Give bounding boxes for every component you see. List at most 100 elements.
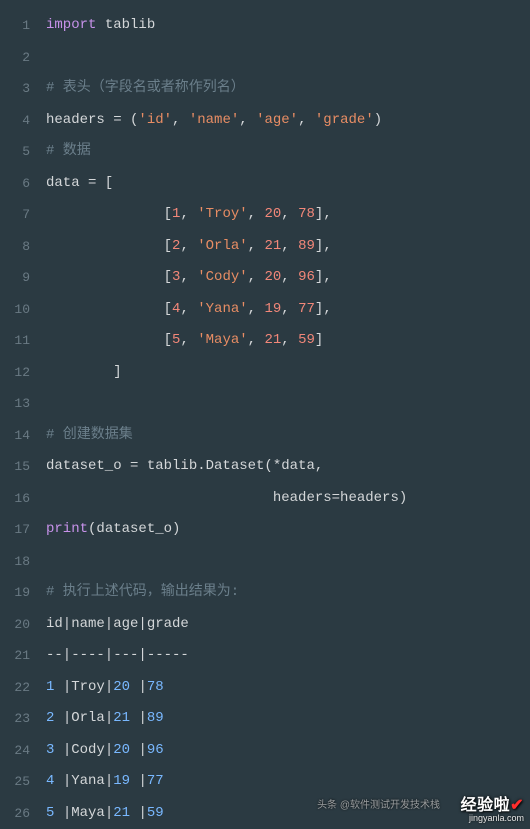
line-number-gutter: 1234567891011121314151617181920212223242… xyxy=(0,0,38,829)
out-id: 1 xyxy=(46,679,63,695)
out-grade: 77 xyxy=(147,773,164,789)
line-number: 1 xyxy=(0,10,38,42)
string: 'Maya' xyxy=(197,332,247,348)
pipe: | xyxy=(138,710,146,726)
code-text: (dataset_o) xyxy=(88,521,180,537)
code-line: 2 |Orla|21 |89 xyxy=(46,703,530,735)
comma: , xyxy=(180,206,197,222)
comma: , xyxy=(248,301,265,317)
out-txt: |Yana| xyxy=(63,773,113,789)
code-text: headers = ( xyxy=(46,112,138,128)
pipe: | xyxy=(138,773,146,789)
indent xyxy=(46,269,164,285)
int: 21 xyxy=(264,332,281,348)
string: 'id' xyxy=(138,112,172,128)
int: 77 xyxy=(298,301,315,317)
code-line: print(dataset_o) xyxy=(46,514,530,546)
code-line xyxy=(46,388,530,420)
code-line: # 数据 xyxy=(46,136,530,168)
int: 78 xyxy=(298,206,315,222)
output-header: id|name|age|grade xyxy=(46,616,189,632)
code-line: [4, 'Yana', 19, 77], xyxy=(46,294,530,326)
line-number: 21 xyxy=(0,640,38,672)
code-editor: 1234567891011121314151617181920212223242… xyxy=(0,0,530,829)
punct: , xyxy=(298,112,315,128)
br: [ xyxy=(164,332,172,348)
int: 20 xyxy=(264,269,281,285)
code-line: # 表头（字段名或者称作列名） xyxy=(46,73,530,105)
int: 89 xyxy=(298,238,315,254)
comment: # 表头（字段名或者称作列名） xyxy=(46,80,245,96)
out-age: 19 xyxy=(113,773,138,789)
punct: , xyxy=(172,112,189,128)
comment: # 创建数据集 xyxy=(46,427,133,443)
string: 'Troy' xyxy=(197,206,247,222)
line-number: 5 xyxy=(0,136,38,168)
line-number: 19 xyxy=(0,577,38,609)
code-line xyxy=(46,546,530,578)
out-txt: |Maya| xyxy=(63,805,113,821)
builtin: print xyxy=(46,521,88,537)
out-age: 21 xyxy=(113,805,138,821)
line-number: 18 xyxy=(0,546,38,578)
pipe: | xyxy=(138,742,146,758)
br: [ xyxy=(164,269,172,285)
line-number: 26 xyxy=(0,798,38,829)
line-number: 3 xyxy=(0,73,38,105)
line-number: 11 xyxy=(0,325,38,357)
code-line: [3, 'Cody', 20, 96], xyxy=(46,262,530,294)
indent xyxy=(46,301,164,317)
indent xyxy=(46,490,273,506)
code-line: headers = ('id', 'name', 'age', 'grade') xyxy=(46,105,530,137)
br: ], xyxy=(315,238,332,254)
int: 19 xyxy=(264,301,281,317)
out-grade: 59 xyxy=(147,805,164,821)
code-line: [5, 'Maya', 21, 59] xyxy=(46,325,530,357)
out-id: 2 xyxy=(46,710,63,726)
code-line: dataset_o = tablib.Dataset(*data, xyxy=(46,451,530,483)
out-grade: 78 xyxy=(147,679,164,695)
string: 'grade' xyxy=(315,112,374,128)
code-line: [1, 'Troy', 20, 78], xyxy=(46,199,530,231)
line-number: 14 xyxy=(0,420,38,452)
int: 96 xyxy=(298,269,315,285)
pipe: | xyxy=(138,679,146,695)
code-line: [2, 'Orla', 21, 89], xyxy=(46,231,530,263)
br: [ xyxy=(164,301,172,317)
code-line: # 执行上述代码，输出结果为: xyxy=(46,577,530,609)
out-age: 20 xyxy=(113,742,138,758)
indent xyxy=(46,206,164,222)
comma: , xyxy=(248,332,265,348)
punct: ) xyxy=(374,112,382,128)
comma: , xyxy=(281,269,298,285)
int: 59 xyxy=(298,332,315,348)
line-number: 9 xyxy=(0,262,38,294)
code-line xyxy=(46,42,530,74)
string: 'Yana' xyxy=(197,301,247,317)
code-text: ] xyxy=(46,364,122,380)
line-number: 7 xyxy=(0,199,38,231)
code-line: 4 |Yana|19 |77 xyxy=(46,766,530,798)
br: ], xyxy=(315,206,332,222)
comma: , xyxy=(281,206,298,222)
line-number: 25 xyxy=(0,766,38,798)
string: 'name' xyxy=(189,112,239,128)
code-line: 3 |Cody|20 |96 xyxy=(46,735,530,767)
watermark-toutiao: 头条 @软件测试开发技术栈 xyxy=(317,796,440,811)
indent xyxy=(46,238,164,254)
line-number: 8 xyxy=(0,231,38,263)
comma: , xyxy=(281,332,298,348)
code-line: ] xyxy=(46,357,530,389)
line-number: 17 xyxy=(0,514,38,546)
code-area: import tablib # 表头（字段名或者称作列名） headers = … xyxy=(38,0,530,829)
int: 20 xyxy=(264,206,281,222)
code-line: id|name|age|grade xyxy=(46,609,530,641)
out-age: 21 xyxy=(113,710,138,726)
comma: , xyxy=(281,301,298,317)
code-line: data = [ xyxy=(46,168,530,200)
line-number: 6 xyxy=(0,168,38,200)
comma: , xyxy=(281,238,298,254)
br: ], xyxy=(315,269,332,285)
out-txt: |Troy| xyxy=(63,679,113,695)
out-id: 3 xyxy=(46,742,63,758)
